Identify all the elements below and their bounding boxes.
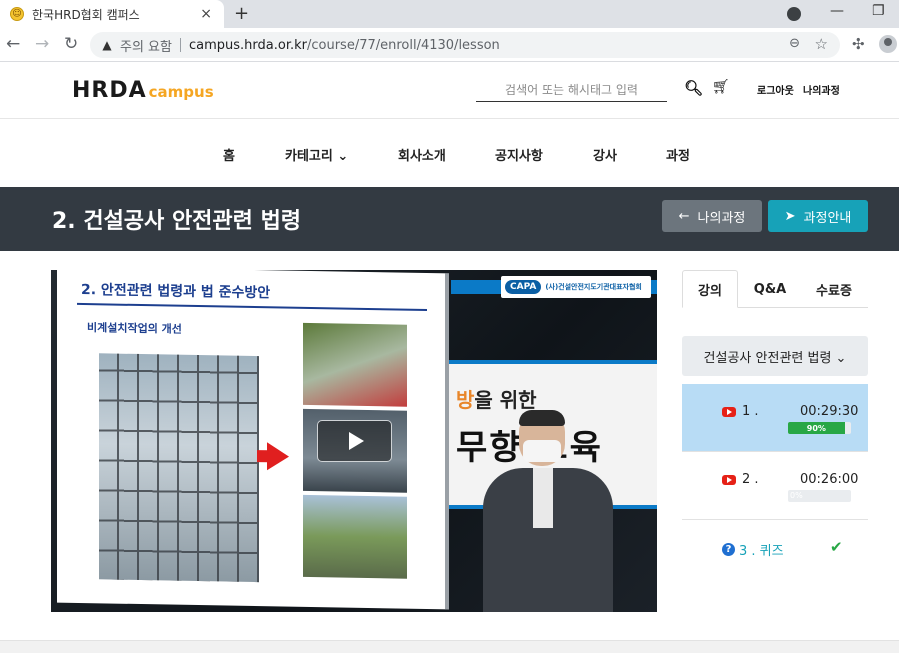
tab-lectures[interactable]: 강의 — [682, 270, 738, 308]
nav-home[interactable]: 홈 — [223, 145, 235, 164]
lesson-item-2[interactable]: 2 . 00:26:00 0% — [682, 452, 868, 520]
capa-logo: CAPA — [505, 280, 542, 294]
course-guide-button[interactable]: ➤ 과정안내 — [768, 200, 868, 232]
presenter-hair — [519, 410, 565, 426]
tab-qna[interactable]: Q&A — [746, 270, 794, 308]
browser-tab-bar: ☺ 한국HRD협회 캠퍼스 × + — ❐ — [0, 0, 899, 28]
studio-heading-accent: 방 — [456, 388, 475, 412]
browser-tab[interactable]: ☺ 한국HRD협회 캠퍼스 × — [0, 0, 224, 28]
arrow-left-icon: ← — [678, 208, 690, 224]
quiz-title: 3 . 퀴즈 — [739, 544, 784, 559]
nav-notice[interactable]: 공지사항 — [495, 145, 543, 164]
slide-divider — [77, 302, 427, 312]
scaffold-photo — [99, 353, 259, 583]
check-icon: ✔ — [830, 538, 843, 556]
profile-avatar-icon[interactable] — [879, 35, 897, 53]
nav-instructor[interactable]: 강사 — [593, 145, 617, 164]
presenter — [483, 410, 623, 612]
nav-about[interactable]: 회사소개 — [398, 145, 446, 164]
photo-thumb — [303, 322, 407, 407]
extensions-icon[interactable]: ✣ — [852, 35, 865, 53]
main-nav: 홈 카테고리 ⌄ 회사소개 공지사항 강사 과정 — [0, 119, 899, 187]
security-warning[interactable]: 주의 요함 — [120, 36, 172, 55]
lesson-number: 1 . — [742, 404, 759, 419]
youtube-icon — [722, 474, 736, 485]
tab-title: 한국HRD협회 캠퍼스 — [32, 7, 140, 22]
quiz-label: ? 3 . 퀴즈 — [722, 540, 784, 559]
logo-main: HRDA — [72, 78, 147, 103]
slide-subtitle: 비계설치작업의 개선 — [87, 321, 182, 336]
browser-toolbar: ← → ↻ ▲ 주의 요함 campus.hrda.or.kr /course/… — [0, 28, 899, 62]
scaffold-grid — [99, 353, 259, 583]
cart-icon[interactable]: 🛒︎ — [712, 79, 730, 95]
studio-heading: 방을 위한 — [456, 384, 537, 413]
logout-link[interactable]: 로그아웃 — [757, 82, 794, 97]
play-button[interactable] — [317, 420, 392, 462]
youtube-icon — [722, 406, 736, 417]
lesson-label: 1 . — [722, 404, 759, 419]
omnibox-separator — [179, 38, 181, 52]
capa-badge: CAPA (사)건설안전지도기관대표자협회 — [501, 276, 651, 298]
course-guide-button-label: 과정안내 — [803, 210, 852, 226]
nav-course[interactable]: 과정 — [666, 145, 690, 164]
my-course-button-label: 나의과정 — [697, 210, 746, 226]
presenter-shirt — [533, 468, 553, 528]
play-icon — [349, 432, 364, 450]
site-header: HRDA campus 🔍︎ 🛒︎ 로그아웃 나의과정 — [0, 62, 899, 119]
my-courses-link[interactable]: 나의과정 — [803, 82, 840, 97]
nav-category[interactable]: 카테고리 ⌄ — [285, 145, 348, 164]
new-tab-button[interactable]: + — [234, 3, 249, 24]
logo-sub: campus — [148, 83, 214, 101]
site-logo[interactable]: HRDA campus — [72, 78, 214, 103]
footer-strip — [0, 640, 899, 653]
zoom-icon[interactable]: ⊖ — [789, 36, 800, 51]
bookmark-star-icon[interactable]: ☆ — [815, 35, 828, 53]
lesson-duration: 00:29:30 — [800, 404, 859, 419]
slide-title: 2. 안전관련 법령과 법 준수방안 — [81, 281, 271, 302]
search-icon[interactable]: 🔍︎ — [684, 79, 703, 97]
sidebar-tabs: 강의 Q&A 수료증 — [682, 270, 868, 308]
reload-icon[interactable]: ↻ — [64, 34, 78, 54]
my-course-button[interactable]: ← 나의과정 — [662, 200, 762, 232]
warning-icon[interactable]: ▲ — [100, 38, 114, 52]
capa-text: (사)건설안전지도기관대표자협회 — [545, 283, 642, 291]
url-path[interactable]: /course/77/enroll/4130/lesson — [307, 38, 500, 53]
forward-icon[interactable]: → — [35, 34, 49, 54]
quiz-item[interactable]: ? 3 . 퀴즈 ✔ — [682, 520, 868, 588]
course-title-bar: 2. 건설공사 안전관련 법령 ← 나의과정 ➤ 과정안내 — [0, 187, 899, 251]
smiley-favicon-icon: ☺ — [10, 7, 24, 21]
tab-certificate[interactable]: 수료증 — [806, 270, 862, 308]
lesson-item-1[interactable]: 1 . 00:29:30 90% — [682, 384, 868, 452]
lesson-duration: 00:26:00 — [800, 472, 859, 487]
restore-icon[interactable]: ❐ — [872, 3, 885, 19]
video-player[interactable]: CAPA (사)건설안전지도기관대표자협회 방을 위한 무향 교육 2. 안전관… — [51, 270, 657, 612]
search-input[interactable] — [476, 78, 667, 102]
photo-thumb — [303, 494, 407, 579]
studio-heading-rest: 을 위한 — [474, 388, 537, 412]
tab-close-icon[interactable]: × — [200, 6, 212, 22]
page-title: 2. 건설공사 안전관련 법령 — [52, 209, 302, 234]
lesson-progress-bar: 90% — [788, 422, 851, 434]
lesson-progress-bar: 0% — [788, 490, 851, 502]
url-host[interactable]: campus.hrda.or.kr — [189, 38, 307, 53]
course-select-dropdown[interactable]: 건설공사 안전관련 법령 ⌄ — [682, 336, 868, 376]
question-icon: ? — [722, 543, 735, 556]
presenter-mask — [523, 440, 561, 462]
lesson-number: 2 . — [742, 472, 759, 487]
paper-plane-icon: ➤ — [784, 208, 796, 224]
lesson-label: 2 . — [722, 472, 759, 487]
minimize-icon[interactable]: — — [830, 3, 844, 19]
address-bar[interactable]: ▲ 주의 요함 campus.hrda.or.kr /course/77/enr… — [90, 32, 840, 58]
lesson-progress-fill: 90% — [788, 422, 845, 434]
back-icon[interactable]: ← — [6, 34, 20, 54]
red-arrow-icon — [267, 442, 289, 471]
lesson-progress-text: 0% — [790, 491, 803, 500]
profile-menu-icon[interactable] — [787, 7, 801, 21]
